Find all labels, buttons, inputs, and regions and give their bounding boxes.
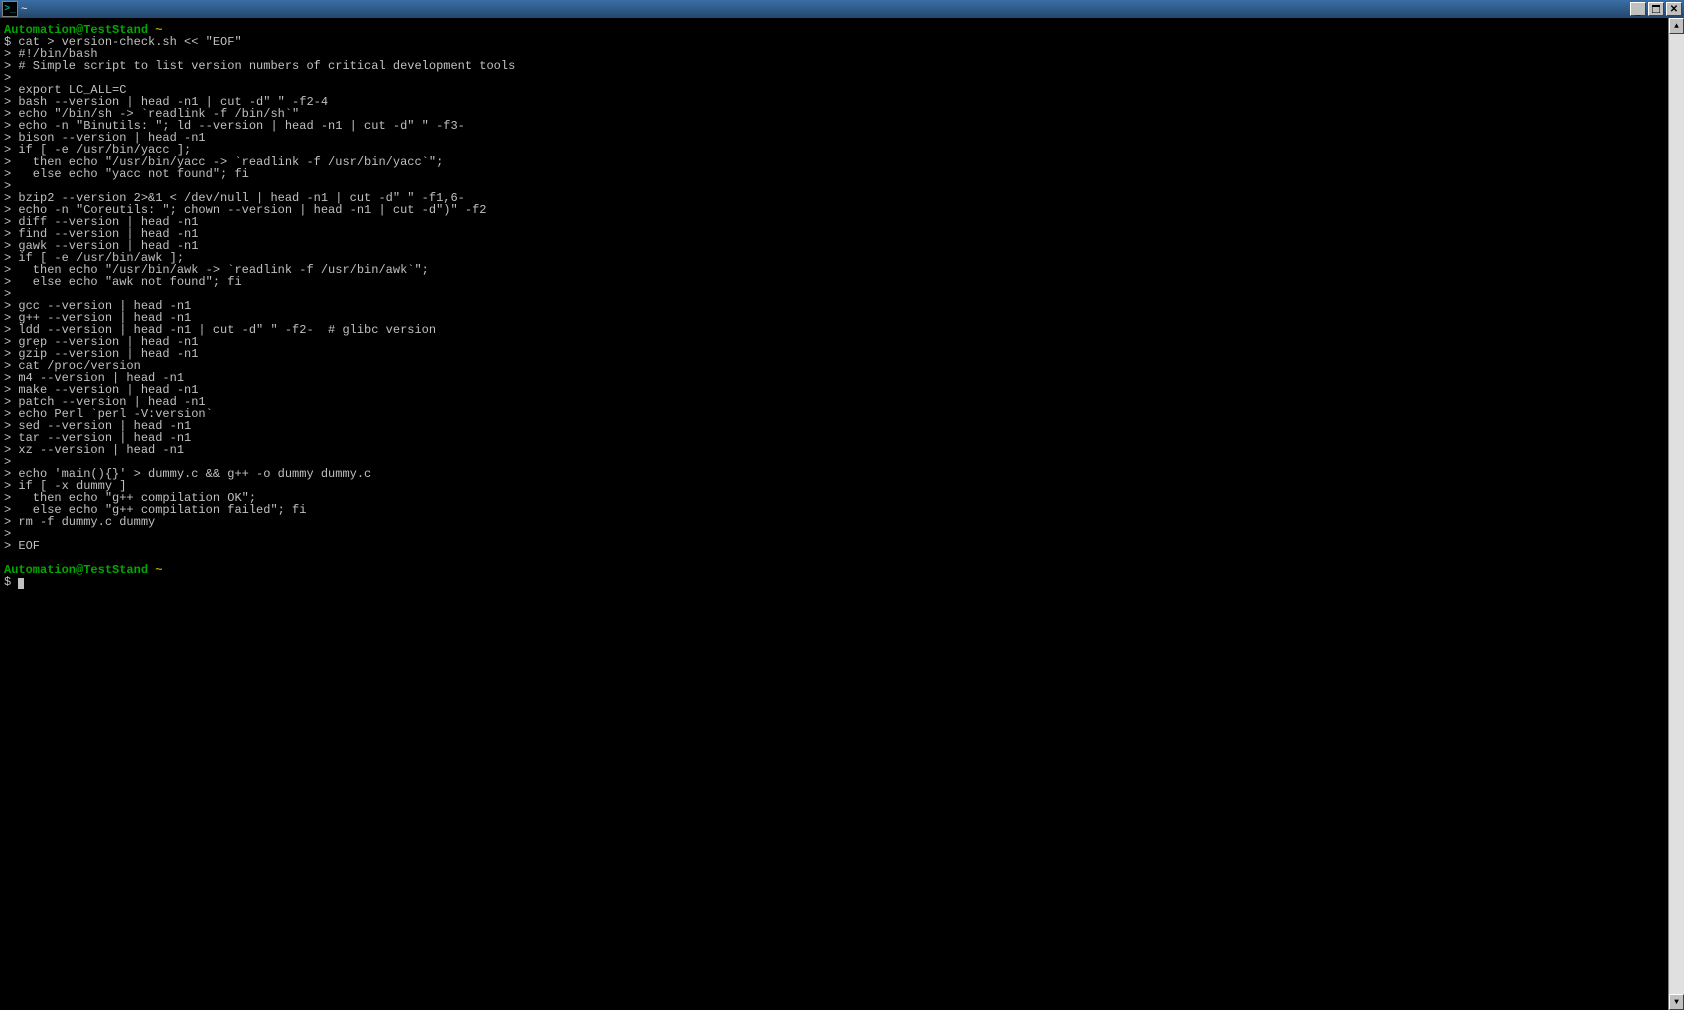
terminal-line: > echo -n "Binutils: "; ld --version | h… — [4, 120, 1668, 132]
maximize-button[interactable] — [1648, 2, 1664, 16]
terminal-line: > then echo "/usr/bin/awk -> `readlink -… — [4, 264, 1668, 276]
window-buttons: _ ✕ — [1628, 2, 1682, 16]
terminal-line: > then echo "/usr/bin/yacc -> `readlink … — [4, 156, 1668, 168]
scroll-up-button[interactable]: ▲ — [1669, 18, 1684, 34]
terminal-line: > echo -n "Coreutils: "; chown --version… — [4, 204, 1668, 216]
minimize-icon: _ — [1635, 7, 1640, 17]
vertical-scrollbar[interactable]: ▲ ▼ — [1668, 18, 1684, 1010]
maximize-icon — [1652, 5, 1660, 13]
terminal-line: Automation@TestStand ~ — [4, 24, 1668, 36]
terminal-line: > else echo "awk not found"; fi — [4, 276, 1668, 288]
terminal-line: > rm -f dummy.c dummy — [4, 516, 1668, 528]
terminal-line: > ldd --version | head -n1 | cut -d" " -… — [4, 324, 1668, 336]
terminal-line: > else echo "g++ compilation failed"; fi — [4, 504, 1668, 516]
terminal-line: > cat /proc/version — [4, 360, 1668, 372]
close-icon: ✕ — [1670, 4, 1678, 15]
terminal-line: > echo 'main(){}' > dummy.c && g++ -o du… — [4, 468, 1668, 480]
cursor — [18, 578, 24, 589]
terminal-line: > grep --version | head -n1 — [4, 336, 1668, 348]
terminal-line: > gzip --version | head -n1 — [4, 348, 1668, 360]
terminal-line: > gawk --version | head -n1 — [4, 240, 1668, 252]
terminal-line: > bison --version | head -n1 — [4, 132, 1668, 144]
client-area: Automation@TestStand ~$ cat > version-ch… — [0, 18, 1684, 1010]
minimize-button[interactable]: _ — [1630, 2, 1646, 16]
terminal-app-icon-glyph: >_ — [4, 4, 15, 14]
terminal-line: $ cat > version-check.sh << "EOF" — [4, 36, 1668, 48]
terminal-line: > tar --version | head -n1 — [4, 432, 1668, 444]
terminal-line: > patch --version | head -n1 — [4, 396, 1668, 408]
terminal-line: > # Simple script to list version number… — [4, 60, 1668, 72]
terminal[interactable]: Automation@TestStand ~$ cat > version-ch… — [0, 18, 1668, 1010]
terminal-line: > find --version | head -n1 — [4, 228, 1668, 240]
terminal-line: > — [4, 528, 1668, 540]
terminal-line: > — [4, 288, 1668, 300]
terminal-line: > sed --version | head -n1 — [4, 420, 1668, 432]
terminal-line: > xz --version | head -n1 — [4, 444, 1668, 456]
close-button[interactable]: ✕ — [1666, 2, 1682, 16]
titlebar[interactable]: >_ ~ _ ✕ — [0, 0, 1684, 18]
scroll-track[interactable] — [1669, 34, 1684, 994]
terminal-line: > echo Perl `perl -V:version` — [4, 408, 1668, 420]
terminal-line: > m4 --version | head -n1 — [4, 372, 1668, 384]
terminal-line: > gcc --version | head -n1 — [4, 300, 1668, 312]
terminal-line — [4, 552, 1668, 564]
terminal-line: > diff --version | head -n1 — [4, 216, 1668, 228]
terminal-line: > — [4, 72, 1668, 84]
scroll-down-button[interactable]: ▼ — [1669, 994, 1684, 1010]
terminal-line: $ — [4, 576, 1668, 588]
window-title: ~ — [21, 3, 27, 15]
terminal-app-icon: >_ — [2, 1, 18, 17]
terminal-line: > else echo "yacc not found"; fi — [4, 168, 1668, 180]
terminal-line: > EOF — [4, 540, 1668, 552]
terminal-line: > make --version | head -n1 — [4, 384, 1668, 396]
terminal-line: Automation@TestStand ~ — [4, 564, 1668, 576]
